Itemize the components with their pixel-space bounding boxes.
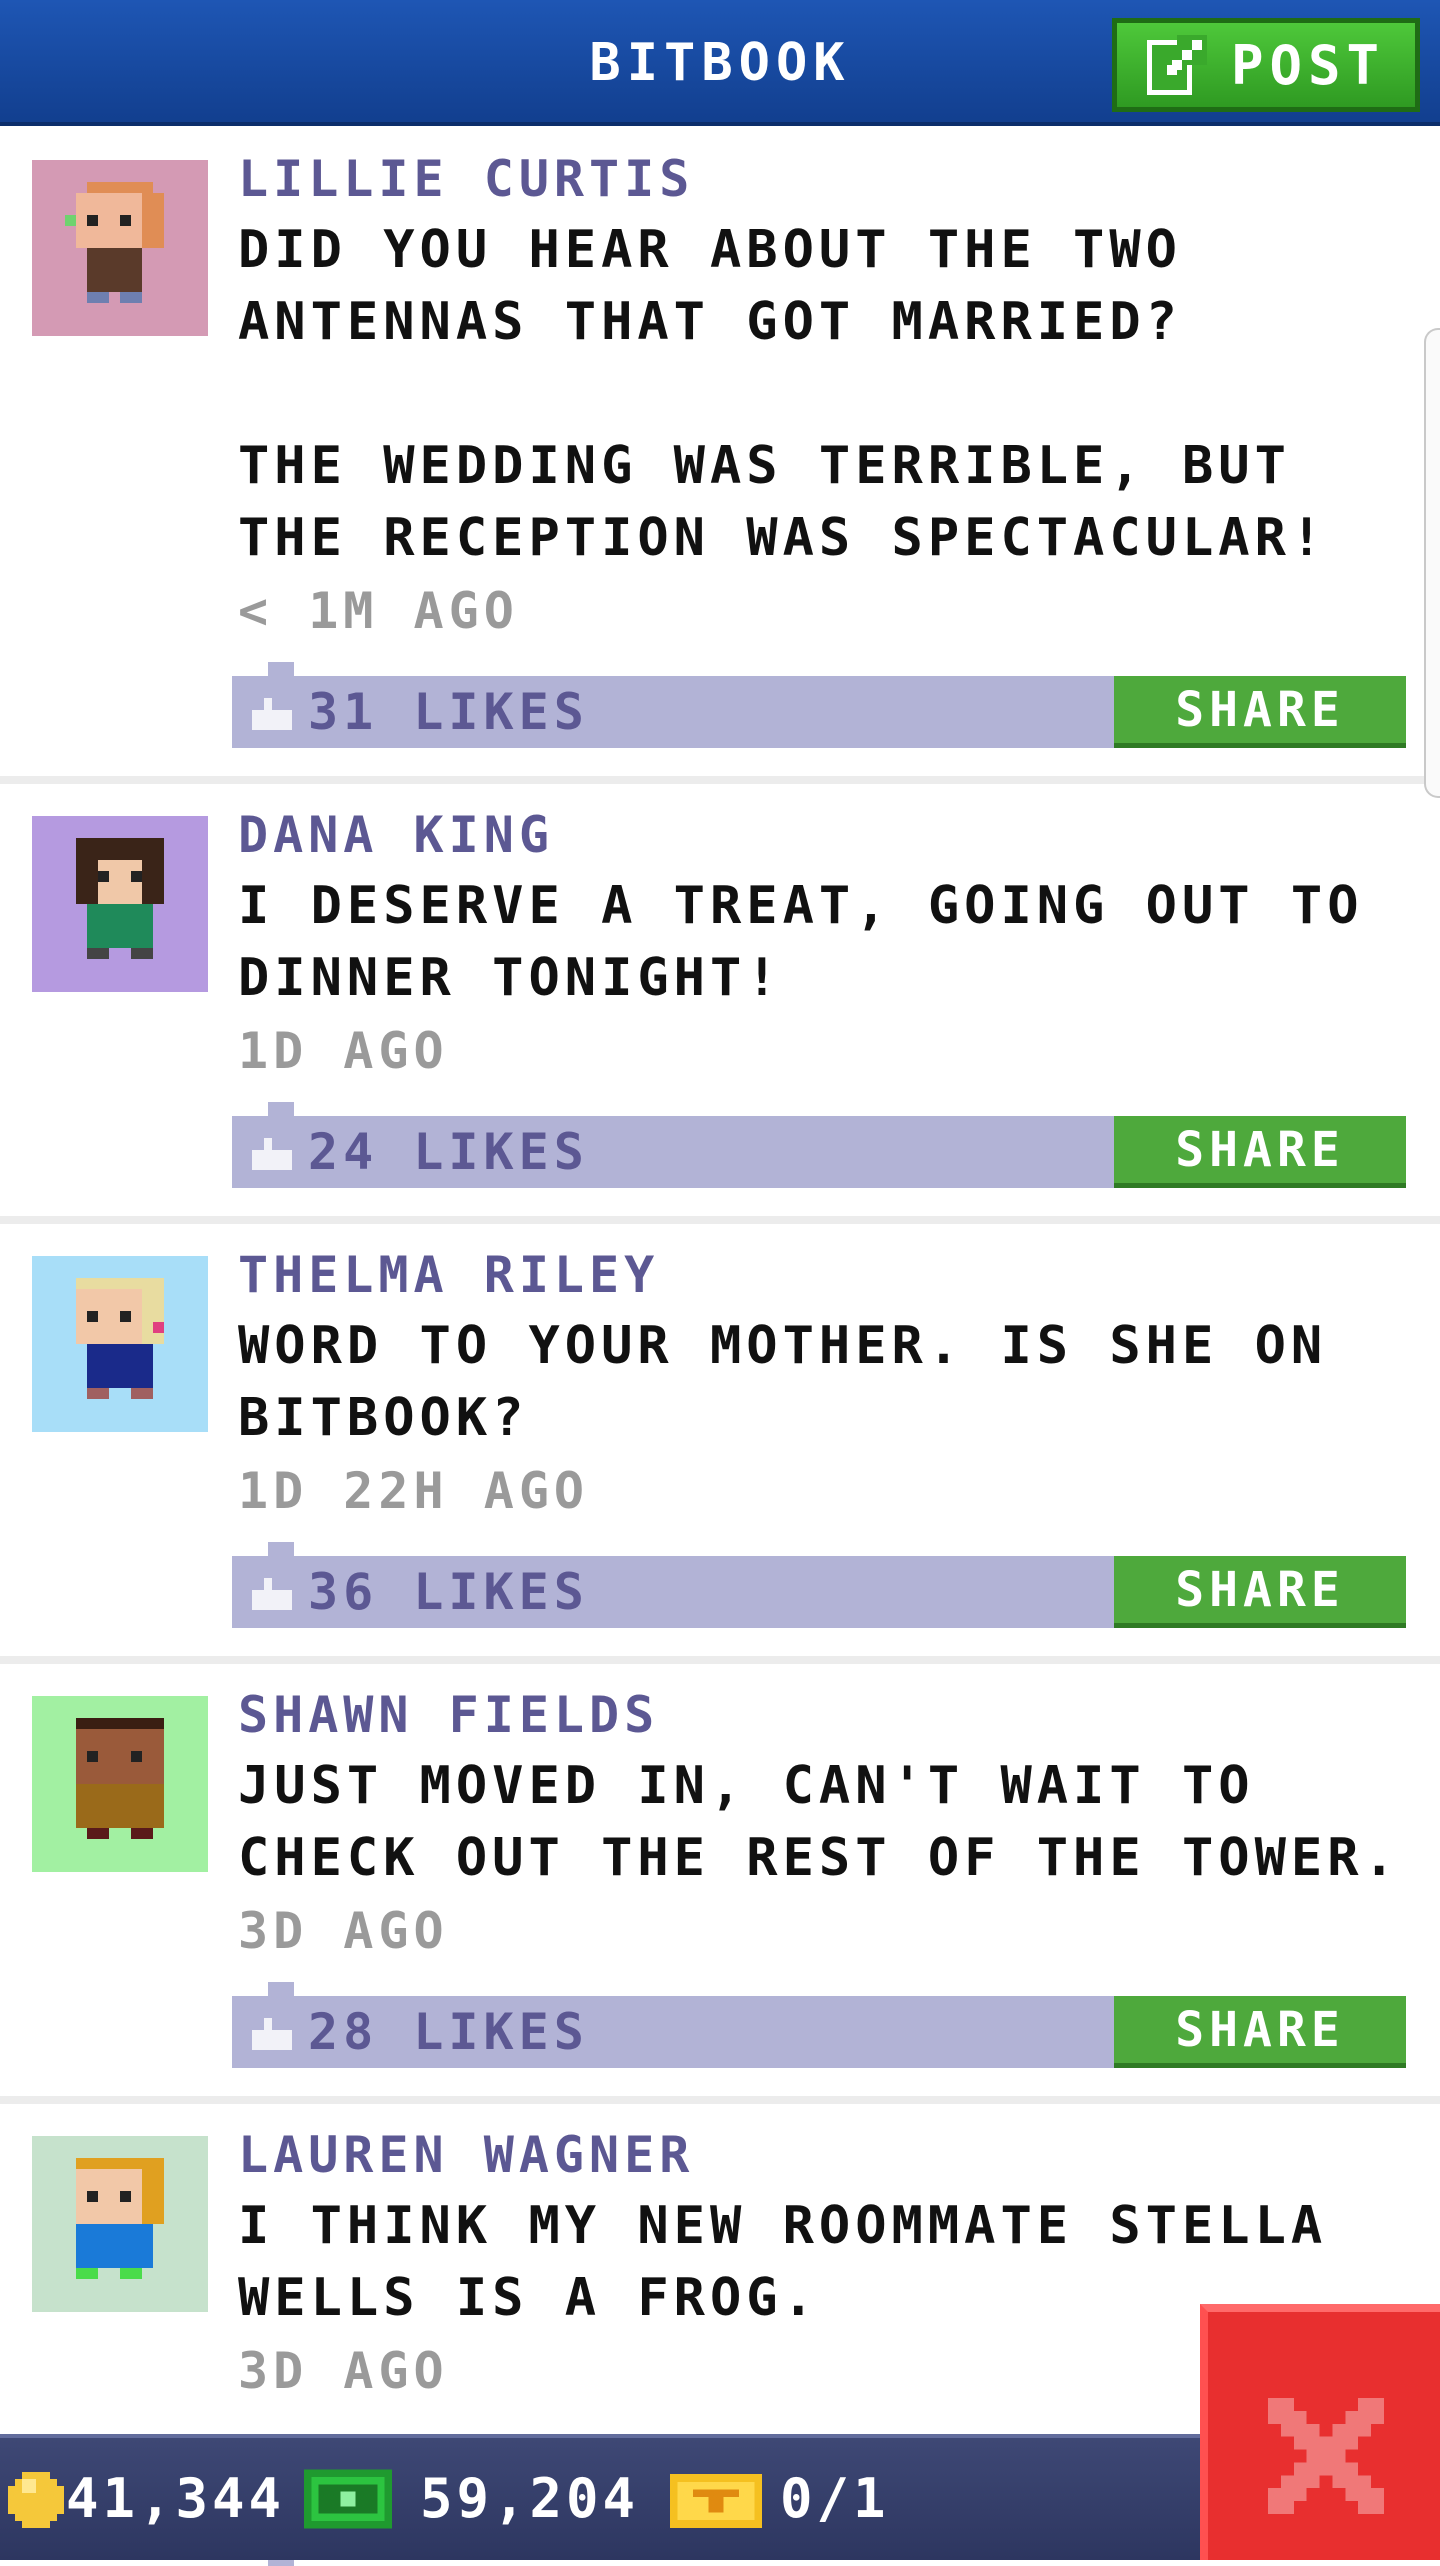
bux-icon [304,2469,392,2529]
post-timestamp: < 1M AGO [238,582,519,640]
post-text: WORD TO YOUR MOTHER. IS SHE ON BITBOOK? [238,1316,1364,1448]
post-timestamp: 1D 22H AGO [238,1462,590,1520]
post-author[interactable]: SHAWN FIELDS [238,1686,659,1744]
close-button[interactable] [1200,2304,1440,2560]
post-button-label: POST [1230,33,1386,97]
avatar [32,1696,208,1872]
thumbs-up-icon[interactable] [252,2018,292,2050]
like-bar-tab [268,1982,294,1996]
coin-icon [8,2472,64,2528]
feed-post: DANA KING I DESERVE A TREAT, GOING OUT T… [0,784,1440,1224]
person-avatar-icon [32,160,208,336]
post-author[interactable]: LILLIE CURTIS [238,150,694,208]
like-bar: 28 LIKES SHARE [232,1996,1406,2068]
share-button[interactable]: SHARE [1114,676,1406,748]
like-bar-tab [268,1542,294,1556]
edit-icon [1146,35,1207,95]
feed-post: LILLIE CURTIS DID YOU HEAR ABOUT THE TWO… [0,130,1440,784]
post-text: JUST MOVED IN, CAN'T WAIT TO CHECK OUT T… [238,1756,1400,1888]
thumbs-up-icon[interactable] [252,1578,292,1610]
like-bar: 31 LIKES SHARE [232,676,1406,748]
app-header: BITBOOK POST [0,0,1440,126]
close-icon [1268,2398,1384,2514]
share-button[interactable]: SHARE [1114,1556,1406,1628]
thumbs-up-icon[interactable] [252,1138,292,1170]
post-author[interactable]: THELMA RILEY [238,1246,659,1304]
person-avatar-icon [32,1256,208,1432]
bux-value: 59,204 [420,2467,640,2530]
person-avatar-icon [32,2136,208,2312]
scrollbar[interactable] [1424,328,1440,798]
share-button[interactable]: SHARE [1114,1116,1406,1188]
ticket-icon [670,2474,762,2528]
share-button[interactable]: SHARE [1114,1996,1406,2068]
tickets-value: 0/1 [780,2467,890,2530]
feed-post: SHAWN FIELDS JUST MOVED IN, CAN'T WAIT T… [0,1664,1440,2104]
avatar [32,1256,208,1432]
avatar [32,816,208,992]
like-bar-tab [268,662,294,676]
likes-count: 24 LIKES [308,1123,589,1181]
likes-count: 36 LIKES [308,1563,589,1621]
likes-count: 28 LIKES [308,2003,589,2061]
coins-value: 41,344 [66,2467,286,2530]
person-avatar-icon [32,816,208,992]
post-timestamp: 3D AGO [238,2342,449,2400]
post-button[interactable]: POST [1112,18,1420,112]
post-text: I DESERVE A TREAT, GOING OUT TO DINNER T… [238,876,1400,1008]
post-author[interactable]: LAUREN WAGNER [238,2126,694,2184]
like-bar-tab [268,1102,294,1116]
thumbs-up-icon[interactable] [252,698,292,730]
likes-count: 31 LIKES [308,683,589,741]
feed-post: THELMA RILEY WORD TO YOUR MOTHER. IS SHE… [0,1224,1440,1664]
post-text: DID YOU HEAR ABOUT THE TWO ANTENNAS THAT… [238,220,1328,568]
person-avatar-icon [32,1696,208,1872]
avatar [32,2136,208,2312]
avatar [32,160,208,336]
post-timestamp: 1D AGO [238,1022,449,1080]
post-author[interactable]: DANA KING [238,806,554,864]
like-bar: 24 LIKES SHARE [232,1116,1406,1188]
post-timestamp: 3D AGO [238,1902,449,1960]
like-bar: 36 LIKES SHARE [232,1556,1406,1628]
